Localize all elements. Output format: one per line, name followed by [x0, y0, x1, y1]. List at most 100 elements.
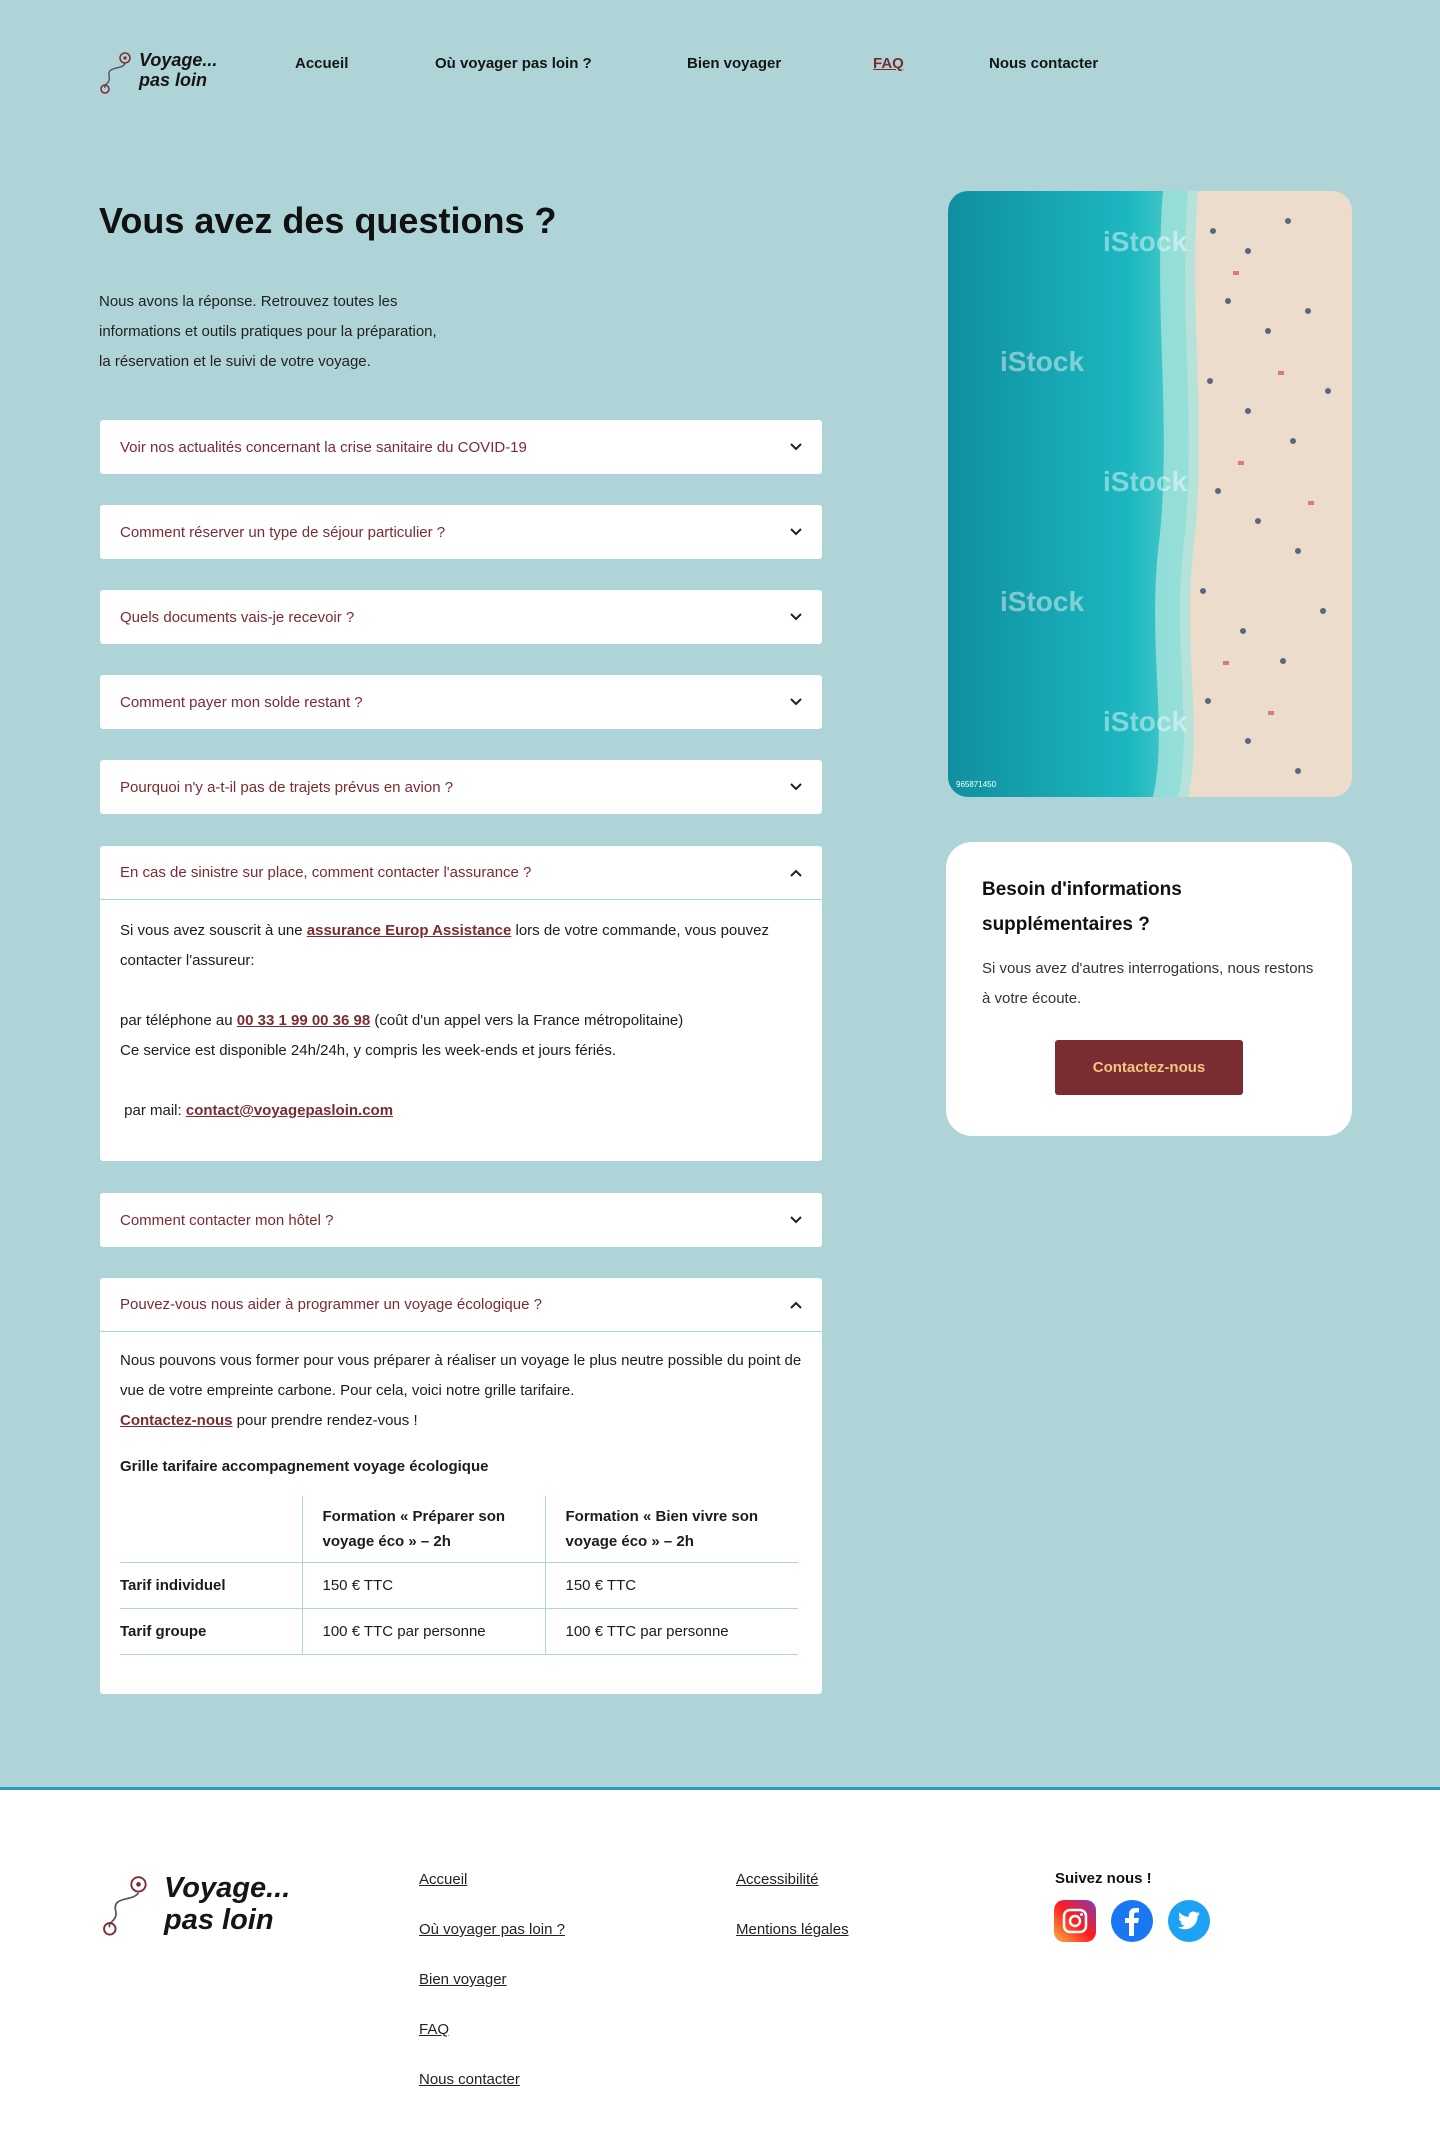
logo-line-1: Voyage...: [139, 50, 218, 70]
answer-paragraph: Si vous avez souscrit à une assurance Eu…: [120, 916, 802, 976]
watermark-text: iStock: [1000, 346, 1084, 377]
watermark-text: iStock: [1000, 586, 1084, 617]
faq-question: Comment contacter mon hôtel ?: [120, 1211, 334, 1229]
table-row-header: Tarif groupe: [120, 1608, 303, 1655]
chevron-down-icon[interactable]: [790, 781, 802, 793]
contact-link[interactable]: Contactez-nous: [120, 1412, 233, 1429]
faq-toggle[interactable]: Pouvez-vous nous aider à programmer un v…: [100, 1278, 822, 1332]
site-footer: Voyage... pas loin Accueil Où voyager pa…: [0, 1787, 1440, 2133]
footer-legal-col: Accessibilité Mentions légales: [736, 1870, 849, 1970]
nav-item-accueil[interactable]: Accueil: [295, 55, 348, 72]
image-id: 965871450: [956, 780, 997, 789]
availability-text: Ce service est disponible 24h/24h, y com…: [120, 1042, 617, 1059]
logo-text: Voyage... pas loin: [139, 50, 217, 90]
chevron-down-icon[interactable]: [790, 441, 802, 453]
table-cell: 100 € TTC par personne: [545, 1608, 798, 1655]
intro-line: Nous avons la réponse. Retrouvez toutes …: [99, 293, 398, 310]
table-header: Formation « Bien vivre son voyage éco » …: [545, 1496, 798, 1563]
info-text: Si vous avez d'autres interrogations, no…: [982, 960, 1314, 1007]
faq-toggle[interactable]: Comment contacter mon hôtel ?: [100, 1193, 822, 1247]
logo-line-2: pas loin: [164, 1904, 274, 1936]
logo-line-1: Voyage...: [164, 1872, 291, 1904]
nav-item-faq[interactable]: FAQ: [873, 55, 904, 72]
faq-question: Voir nos actualités concernant la crise …: [120, 438, 527, 456]
faq-item-assurance: En cas de sinistre sur place, comment co…: [100, 846, 822, 1161]
intro-text: Nous avons la réponse. Retrouvez toutes …: [99, 287, 529, 377]
grid-title: Grille tarifaire accompagnement voyage é…: [120, 1458, 489, 1475]
watermark-text: iStock: [1103, 226, 1187, 257]
chevron-up-icon[interactable]: [790, 867, 802, 879]
instagram-icon[interactable]: [1054, 1900, 1096, 1942]
chevron-down-icon[interactable]: [790, 526, 802, 538]
table-header: Formation « Préparer son voyage éco » – …: [302, 1496, 546, 1563]
contact-button[interactable]: Contactez-nous: [1055, 1040, 1243, 1095]
faq-item-covid: Voir nos actualités concernant la crise …: [100, 420, 822, 474]
answer-text: (coût d'un appel vers la France métropol…: [370, 1012, 684, 1029]
table-cell: 100 € TTC par personne: [302, 1608, 546, 1655]
table-cell: 150 € TTC: [302, 1562, 546, 1609]
chevron-down-icon[interactable]: [790, 611, 802, 623]
faq-toggle[interactable]: Comment payer mon solde restant ?: [100, 675, 822, 729]
table-row: Tarif individuel 150 € TTC 150 € TTC: [120, 1562, 798, 1609]
faq-toggle[interactable]: En cas de sinistre sur place, comment co…: [100, 846, 822, 900]
chevron-down-icon[interactable]: [790, 696, 802, 708]
footer-link-bien-voyager[interactable]: Bien voyager: [419, 1970, 565, 1990]
answer-paragraph: par téléphone au 00 33 1 99 00 36 98 (co…: [120, 1006, 802, 1036]
info-title-line: Besoin d'informations: [982, 879, 1182, 900]
assurance-link[interactable]: assurance Europ Assistance: [307, 922, 512, 939]
faq-toggle[interactable]: Voir nos actualités concernant la crise …: [100, 420, 822, 474]
answer-paragraph: Contactez-nous pour prendre rendez-vous …: [120, 1406, 802, 1436]
facebook-icon[interactable]: [1111, 1900, 1153, 1942]
watermark-text: iStock: [1103, 706, 1187, 737]
faq-item-documents: Quels documents vais-je recevoir ?: [100, 590, 822, 644]
faq-toggle[interactable]: Quels documents vais-je recevoir ?: [100, 590, 822, 644]
page-title: Vous avez des questions ?: [99, 200, 557, 241]
email-link[interactable]: contact@voyagepasloin.com: [186, 1102, 393, 1119]
route-pin-icon: [100, 52, 131, 94]
faq-item-sejour: Comment réserver un type de séjour parti…: [100, 505, 822, 559]
answer-paragraph: Nous pouvons vous former pour vous prépa…: [120, 1352, 802, 1399]
table-header-row: Formation « Préparer son voyage éco » – …: [120, 1496, 798, 1563]
nav-item-ou-voyager[interactable]: Où voyager pas loin ?: [435, 55, 592, 72]
faq-answer: Si vous avez souscrit à une assurance Eu…: [100, 900, 822, 1126]
route-pin-icon: [103, 1876, 147, 1936]
site-header: Voyage... pas loin Accueil Où voyager pa…: [0, 0, 1440, 130]
footer-link-accueil[interactable]: Accueil: [419, 1870, 565, 1890]
footer-nav-col: Accueil Où voyager pas loin ? Bien voyag…: [419, 1870, 565, 2120]
beach-aerial-image: iStock iStock iStock iStock iStock 96587…: [948, 191, 1352, 797]
answer-text: par téléphone au: [120, 1012, 237, 1029]
footer-link-accessibilite[interactable]: Accessibilité: [736, 1870, 849, 1890]
footer-logo[interactable]: Voyage... pas loin: [99, 1870, 309, 1940]
phone-link[interactable]: 00 33 1 99 00 36 98: [237, 1012, 370, 1029]
footer-link-nous-contacter[interactable]: Nous contacter: [419, 2070, 565, 2090]
answer-paragraph: par mail: contact@voyagepasloin.com: [120, 1096, 802, 1126]
faq-question: Comment réserver un type de séjour parti…: [120, 523, 446, 541]
footer-link-ou-voyager[interactable]: Où voyager pas loin ?: [419, 1920, 565, 1940]
footer-link-mentions-legales[interactable]: Mentions légales: [736, 1920, 849, 1940]
logo-text: Voyage... pas loin: [164, 1872, 290, 1936]
nav-item-bien-voyager[interactable]: Bien voyager: [687, 55, 781, 72]
faq-question: Pouvez-vous nous aider à programmer un v…: [120, 1296, 542, 1313]
twitter-icon[interactable]: [1168, 1900, 1210, 1942]
site-logo[interactable]: Voyage... pas loin: [99, 48, 239, 94]
faq-toggle[interactable]: Pourquoi n'y a-t-il pas de trajets prévu…: [100, 760, 822, 814]
nav-item-nous-contacter[interactable]: Nous contacter: [989, 55, 1098, 72]
chevron-down-icon[interactable]: [790, 1214, 802, 1226]
tarif-table: Formation « Préparer son voyage éco » – …: [120, 1496, 798, 1655]
answer-text: Si vous avez souscrit à une: [120, 922, 307, 939]
table-row: Tarif groupe 100 € TTC par personne 100 …: [120, 1608, 798, 1655]
answer-text: pour prendre rendez-vous !: [232, 1412, 418, 1429]
faq-item-avion: Pourquoi n'y a-t-il pas de trajets prévu…: [100, 760, 822, 814]
table-row-header: Tarif individuel: [120, 1562, 303, 1609]
faq-question: Pourquoi n'y a-t-il pas de trajets prévu…: [120, 778, 454, 796]
faq-question: Comment payer mon solde restant ?: [120, 693, 363, 711]
faq-item-ecologique: Pouvez-vous nous aider à programmer un v…: [100, 1278, 822, 1694]
info-title-line: supplémentaires ?: [982, 914, 1150, 935]
chevron-up-icon[interactable]: [790, 1299, 802, 1311]
faq-question: En cas de sinistre sur place, comment co…: [120, 864, 532, 881]
table-header: [120, 1496, 303, 1563]
footer-link-faq[interactable]: FAQ: [419, 2020, 565, 2040]
table-cell: 150 € TTC: [545, 1562, 798, 1609]
faq-toggle[interactable]: Comment réserver un type de séjour parti…: [100, 505, 822, 559]
info-title: Besoin d'informations supplémentaires ?: [982, 872, 1316, 942]
